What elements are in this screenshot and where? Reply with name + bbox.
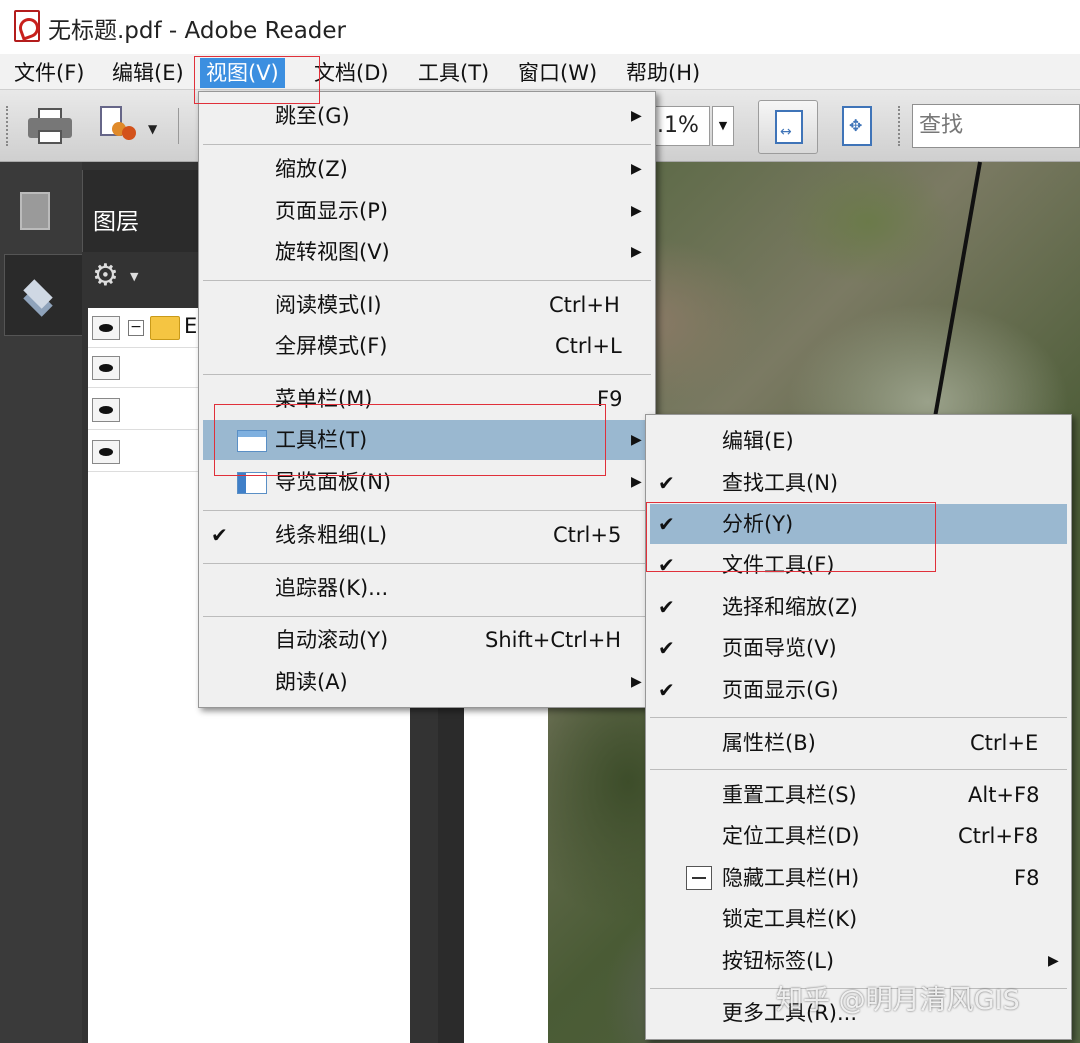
collaborate-icon[interactable]: ▼ (96, 106, 157, 146)
annotation-box (646, 502, 936, 572)
submenu-arrow-icon: ▶ (631, 108, 642, 124)
eye-icon[interactable] (92, 398, 120, 422)
layers-panel-title: 图层 (93, 209, 139, 235)
submenu-item-page-display[interactable]: ✔ 页面显示(G) (650, 670, 1067, 710)
folder-icon (150, 316, 180, 340)
gear-icon[interactable]: ⚙ (92, 258, 119, 293)
check-icon: ✔ (658, 678, 675, 702)
menu-file[interactable]: 文件(F) (8, 58, 90, 88)
title-bar: 无标题.pdf - Adobe Reader (0, 0, 1080, 54)
toolbar-grip[interactable] (6, 106, 10, 146)
eye-icon[interactable] (92, 316, 120, 340)
layers-tab[interactable] (4, 254, 84, 336)
submenu-arrow-icon: ▶ (631, 674, 642, 690)
submenu-arrow-icon: ▶ (631, 161, 642, 177)
fit-width-button[interactable] (758, 100, 818, 154)
chevron-down-icon[interactable]: ▼ (148, 122, 157, 136)
menu-edit[interactable]: 编辑(E) (106, 58, 190, 88)
menu-item-read-out-loud[interactable]: 朗读(A) ▶ (203, 662, 651, 702)
menu-bar: 文件(F) 编辑(E) 视图(V) 文档(D) 工具(T) 窗口(W) 帮助(H… (0, 54, 1080, 90)
menu-separator (203, 144, 651, 145)
menu-separator (203, 563, 651, 564)
zoom-input[interactable]: .1% (654, 106, 710, 146)
menu-item-zoom[interactable]: 缩放(Z) ▶ (203, 149, 651, 189)
print-icon[interactable] (28, 108, 72, 144)
submenu-item-lock-toolbars[interactable]: 锁定工具栏(K) (650, 899, 1067, 939)
menu-item-page-display[interactable]: 页面显示(P) ▶ (203, 191, 651, 231)
submenu-arrow-icon: ▶ (1048, 953, 1059, 969)
submenu-item-properties-bar[interactable]: 属性栏(B) Ctrl+E (650, 723, 1067, 763)
search-input[interactable]: 查找 (912, 104, 1080, 148)
view-menu: 跳至(G) ▶ 缩放(Z) ▶ 页面显示(P) ▶ 旋转视图(V) ▶ 阅读模式… (198, 91, 656, 708)
menu-separator (650, 769, 1067, 770)
boundary-line (932, 161, 982, 419)
submenu-arrow-icon: ▶ (631, 432, 642, 448)
annotation-box (194, 56, 320, 104)
menu-window[interactable]: 窗口(W) (512, 58, 603, 88)
check-icon: ✔ (658, 595, 675, 619)
zoom-dropdown-button[interactable]: ▼ (712, 106, 734, 146)
menu-tools[interactable]: 工具(T) (412, 58, 495, 88)
pdf-app-icon (14, 10, 40, 42)
submenu-item-reset-toolbars[interactable]: 重置工具栏(S) Alt+F8 (650, 775, 1067, 815)
menu-separator (203, 374, 651, 375)
submenu-item-edit[interactable]: 编辑(E) (650, 421, 1067, 461)
submenu-item-dock-toolbars[interactable]: 定位工具栏(D) Ctrl+F8 (650, 816, 1067, 856)
submenu-item-select-zoom[interactable]: ✔ 选择和缩放(Z) (650, 587, 1067, 627)
page-margin (464, 700, 548, 1043)
toolbar-separator (178, 108, 179, 144)
window-title: 无标题.pdf - Adobe Reader (48, 18, 346, 44)
menu-item-full-screen[interactable]: 全屏模式(F) Ctrl+L (203, 326, 651, 366)
menu-item-line-weights[interactable]: ✔ 线条粗细(L) Ctrl+5 (203, 515, 651, 555)
menu-item-auto-scroll[interactable]: 自动滚动(Y) Shift+Ctrl+H (203, 620, 651, 660)
submenu-item-page-navigation[interactable]: ✔ 页面导览(V) (650, 628, 1067, 668)
submenu-arrow-icon: ▶ (631, 244, 642, 260)
submenu-item-find-tools[interactable]: ✔ 查找工具(N) (650, 463, 1067, 503)
eye-icon[interactable] (92, 440, 120, 464)
fit-page-icon[interactable] (842, 106, 872, 146)
watermark-text: 知乎 @明月清风GIS (776, 985, 1020, 1016)
menu-item-tracker[interactable]: 追踪器(K)... (203, 568, 651, 608)
menu-separator (203, 616, 651, 617)
navigation-strip (0, 162, 84, 1043)
collapse-icon[interactable]: − (128, 320, 144, 336)
submenu-arrow-icon: ▶ (631, 474, 642, 490)
toolbar-grip[interactable] (898, 106, 902, 146)
check-icon: ✔ (658, 471, 675, 495)
check-icon: ✔ (211, 523, 228, 547)
fit-width-icon (775, 110, 803, 144)
annotation-box (214, 404, 606, 476)
menu-item-read-mode[interactable]: 阅读模式(I) Ctrl+H (203, 285, 651, 325)
pages-icon[interactable] (20, 192, 50, 230)
layer-label: E (184, 314, 198, 338)
menu-separator (203, 280, 651, 281)
menu-separator (650, 717, 1067, 718)
menu-help[interactable]: 帮助(H) (620, 58, 706, 88)
submenu-item-hide-toolbars[interactable]: 隐藏工具栏(H) F8 (650, 858, 1067, 898)
eye-icon[interactable] (92, 356, 120, 380)
layers-icon (19, 275, 59, 317)
menu-separator (203, 510, 651, 511)
hide-toolbar-icon (686, 866, 712, 890)
menu-document[interactable]: 文档(D) (308, 58, 395, 88)
check-icon: ✔ (658, 636, 675, 660)
submenu-item-button-labels[interactable]: 按钮标签(L) ▶ (650, 941, 1067, 981)
menu-item-rotate-view[interactable]: 旋转视图(V) ▶ (203, 232, 651, 272)
submenu-arrow-icon: ▶ (631, 203, 642, 219)
chevron-down-icon[interactable]: ▼ (130, 270, 138, 283)
